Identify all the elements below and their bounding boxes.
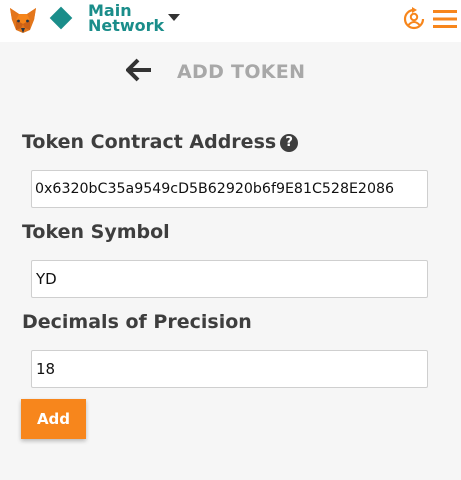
decimals-label: Decimals of Precision	[22, 311, 252, 333]
add-button[interactable]: Add	[21, 399, 86, 439]
network-diamond-icon[interactable]	[49, 6, 73, 30]
chevron-down-icon[interactable]	[168, 12, 180, 22]
page-title: ADD TOKEN	[177, 61, 306, 83]
hamburger-menu-icon[interactable]	[433, 9, 457, 29]
account-icon[interactable]	[401, 6, 427, 32]
network-name-line2: Network	[88, 16, 165, 35]
contract-address-label: Token Contract Address?	[22, 131, 299, 153]
network-selector[interactable]: Main Network	[88, 3, 165, 35]
contract-address-label-text: Token Contract Address	[22, 131, 277, 153]
token-symbol-input[interactable]	[31, 260, 428, 298]
contract-address-input[interactable]	[31, 170, 428, 208]
token-symbol-label: Token Symbol	[22, 221, 170, 243]
decimals-input[interactable]	[31, 350, 428, 388]
arrow-left-icon[interactable]	[126, 58, 152, 82]
metamask-fox-icon[interactable]	[8, 6, 38, 34]
app-header: Main Network	[0, 0, 461, 42]
question-circle-icon[interactable]: ?	[280, 134, 299, 152]
